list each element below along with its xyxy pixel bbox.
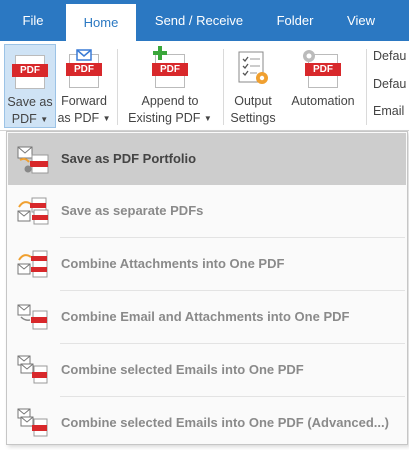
menu-item-label: Save as separate PDFs (61, 203, 204, 218)
output-settings-label-2: Settings (230, 111, 276, 125)
separate-pdfs-icon (17, 197, 49, 225)
append-label-1: Append to (141, 94, 199, 108)
save-as-pdf-label-2: PDF (11, 112, 37, 126)
ribbon-separator (223, 49, 224, 125)
menu-item-save-as-pdf-portfolio[interactable]: Save as PDF Portfolio (8, 133, 406, 185)
combine-selected-emails-icon (17, 355, 48, 384)
pdf-automation-icon: PDF (303, 48, 341, 90)
menu-item-save-as-separate-pdfs[interactable]: Save as separate PDFs (8, 185, 406, 237)
menu-item-label: Combine selected Emails into One PDF (61, 362, 304, 377)
menu-item-combine-selected-emails-advanced[interactable]: Combine selected Emails into One PDF (Ad… (8, 397, 406, 449)
combine-selected-emails-advanced-icon (17, 408, 48, 437)
save-as-pdf-button[interactable]: PDF Save as PDF ▼ (4, 44, 56, 128)
save-as-pdf-label-1: Save as (7, 95, 53, 109)
automation-label: Automation (291, 94, 355, 108)
dropdown-arrow-icon: ▼ (40, 115, 49, 125)
dropdown-arrow-icon: ▼ (203, 114, 212, 124)
menu-item-label: Combine Attachments into One PDF (61, 256, 285, 271)
forward-as-pdf-label-1: Forward (61, 94, 107, 108)
tab-folder[interactable]: Folder (262, 0, 328, 41)
side-option-1[interactable]: Defau (373, 49, 406, 63)
menu-item-label: Combine Email and Attachments into One P… (61, 309, 350, 324)
tab-file[interactable]: File (0, 0, 66, 41)
menu-item-combine-email-and-attachments[interactable]: Combine Email and Attachments into One P… (8, 291, 406, 343)
tab-send-receive[interactable]: Send / Receive (140, 0, 258, 41)
tab-home[interactable]: Home (66, 4, 136, 41)
dropdown-arrow-icon: ▼ (102, 114, 111, 124)
side-option-2[interactable]: Defau (373, 77, 406, 91)
output-settings-label-1: Output (234, 94, 272, 108)
ribbon-home: PDF Save as PDF ▼ PDF Forward as PDF ▼ P… (0, 41, 409, 131)
settings-checklist-icon (235, 48, 271, 90)
menu-item-combine-attachments[interactable]: Combine Attachments into One PDF (8, 238, 406, 290)
forward-as-pdf-button[interactable]: PDF Forward as PDF ▼ (56, 44, 112, 128)
pdf-append-icon: PDF (152, 46, 188, 90)
ribbon-separator (366, 49, 367, 125)
combine-attachments-icon (17, 250, 48, 278)
forward-as-pdf-label-2: as PDF (57, 111, 100, 125)
append-to-existing-pdf-button[interactable]: PDF Append to Existing PDF ▼ (122, 44, 218, 128)
pdf-save-icon: PDF (12, 49, 48, 91)
save-as-pdf-menu: Save as PDF Portfolio Save as separate P… (6, 131, 408, 445)
ribbon-tab-bar: File Home Send / Receive Folder View (0, 0, 409, 41)
combine-email-attachments-icon (17, 304, 48, 330)
menu-item-combine-selected-emails[interactable]: Combine selected Emails into One PDF (8, 344, 406, 396)
portfolio-icon (17, 146, 49, 174)
automation-button[interactable]: PDF Automation (283, 44, 363, 128)
append-label-2: Existing PDF (128, 111, 201, 125)
ribbon-separator (117, 49, 118, 125)
side-option-3[interactable]: Email (373, 104, 404, 118)
menu-item-label: Combine selected Emails into One PDF (Ad… (61, 415, 389, 430)
tab-view[interactable]: View (332, 0, 390, 41)
menu-item-label: Save as PDF Portfolio (61, 151, 197, 166)
output-settings-button[interactable]: Output Settings (226, 44, 280, 128)
pdf-forward-icon: PDF (66, 48, 102, 90)
